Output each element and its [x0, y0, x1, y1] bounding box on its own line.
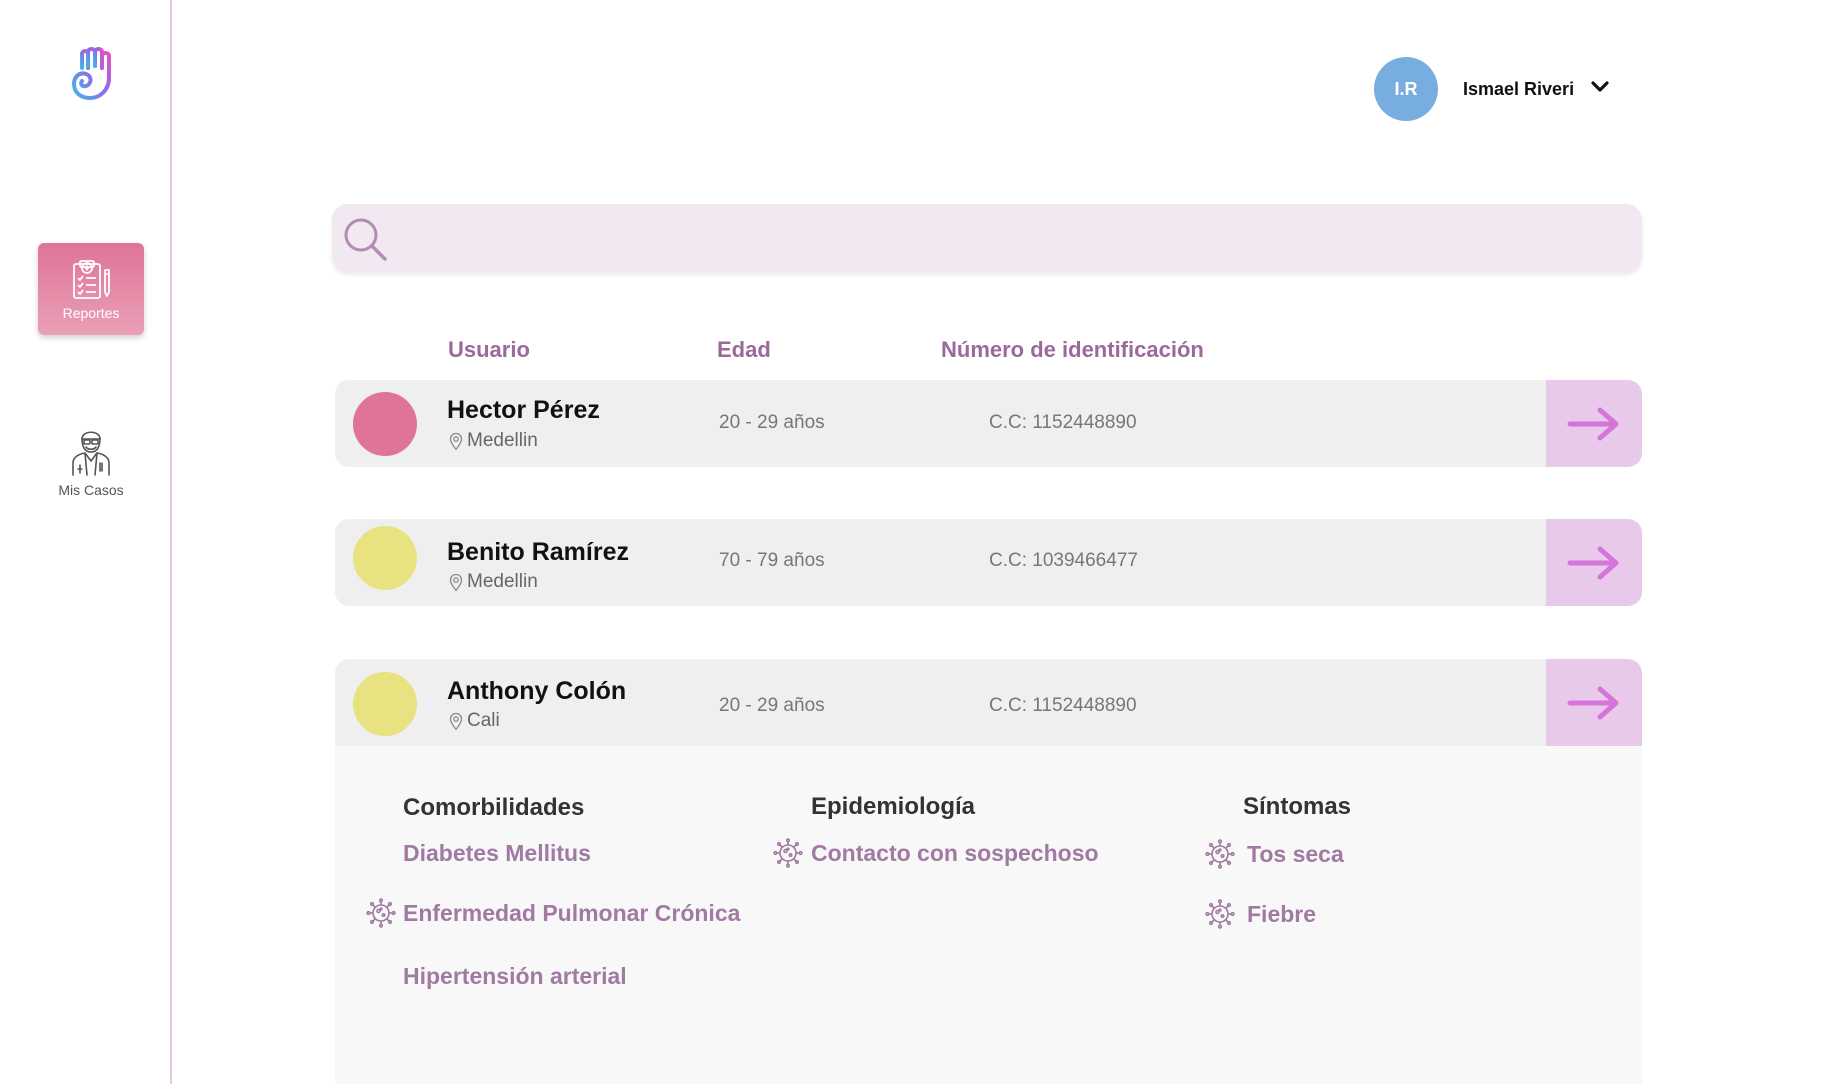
- open-case-button[interactable]: [1546, 659, 1642, 746]
- arrow-right-icon: [1566, 545, 1622, 581]
- comorbidities-title: Comorbilidades: [403, 794, 585, 821]
- status-indicator: [353, 392, 417, 456]
- arrow-right-icon: [1566, 685, 1622, 721]
- patient-id: C.C: 1039466477: [989, 550, 1138, 571]
- patient-age: 70 - 79 años: [719, 550, 825, 571]
- patient-name: Hector Pérez: [447, 396, 600, 424]
- table-row[interactable]: Hector Pérez Medellin 20 - 29 años C.C: …: [335, 380, 1642, 467]
- hand-logo-icon[interactable]: [68, 46, 126, 102]
- patient-location: Cali: [449, 710, 500, 732]
- sidebar: Reportes Mis Casos: [0, 0, 172, 1084]
- location-label: Medellin: [467, 430, 538, 451]
- symptom-item: Tos seca: [1247, 841, 1344, 867]
- patient-name: Anthony Colón: [447, 677, 627, 705]
- location-label: Medellin: [467, 571, 538, 592]
- nav-item-reportes[interactable]: Reportes: [38, 243, 144, 335]
- comorbidity-item: Diabetes Mellitus: [403, 840, 591, 866]
- chevron-down-icon[interactable]: [1590, 80, 1610, 99]
- search-icon[interactable]: [342, 216, 390, 269]
- column-header-identificacion: Número de identificación: [941, 337, 1204, 362]
- clipboard-report-icon: [68, 258, 114, 300]
- patient-age: 20 - 29 años: [719, 412, 825, 433]
- nav-item-mis-casos[interactable]: Mis Casos: [38, 415, 144, 507]
- epidemiology-title: Epidemiología: [811, 793, 976, 820]
- doctor-icon: [69, 425, 113, 477]
- search-input[interactable]: [394, 204, 1628, 274]
- patient-name: Benito Ramírez: [447, 538, 629, 566]
- patient-age: 20 - 29 años: [719, 695, 825, 716]
- column-header-usuario: Usuario: [448, 337, 530, 362]
- column-header-edad: Edad: [717, 337, 771, 362]
- symptom-item: Fiebre: [1247, 901, 1317, 927]
- symptoms-title: Síntomas: [1243, 793, 1352, 820]
- table-row[interactable]: Benito Ramírez Medellin 70 - 79 años C.C…: [335, 519, 1642, 606]
- table-row[interactable]: Anthony Colón Cali 20 - 29 años C.C: 115…: [335, 659, 1642, 746]
- patient-id: C.C: 1152448890: [989, 695, 1137, 716]
- epidemiology-item: Contacto con sospechoso: [811, 840, 1099, 866]
- avatar[interactable]: I.R: [1374, 57, 1438, 121]
- search-bar[interactable]: [332, 204, 1642, 274]
- nav-item-label: Mis Casos: [58, 481, 124, 498]
- virus-icon: [1205, 899, 1235, 929]
- virus-icon: [366, 898, 396, 928]
- map-pin-icon: [449, 712, 463, 731]
- comorbidity-item: Enfermedad Pulmonar Crónica: [403, 900, 741, 926]
- arrow-right-icon: [1566, 406, 1622, 442]
- nav-item-label: Reportes: [62, 304, 120, 321]
- patient-location: Medellin: [449, 430, 538, 452]
- location-label: Cali: [467, 710, 500, 731]
- user-menu[interactable]: I.R Ismael Riveri: [1374, 57, 1610, 121]
- map-pin-icon: [449, 573, 463, 592]
- open-case-button[interactable]: [1546, 380, 1642, 467]
- status-indicator: [353, 672, 417, 736]
- patient-location: Medellin: [449, 571, 538, 593]
- open-case-button[interactable]: [1546, 519, 1642, 606]
- status-indicator: [353, 526, 417, 590]
- map-pin-icon: [449, 432, 463, 451]
- comorbidity-item: Hipertensión arterial: [403, 963, 627, 989]
- patient-id: C.C: 1152448890: [989, 412, 1137, 433]
- case-details-panel: Comorbilidades Diabetes Mellitus Enferme…: [335, 746, 1642, 1084]
- virus-icon: [773, 838, 803, 868]
- user-name[interactable]: Ismael Riveri: [1463, 79, 1574, 100]
- virus-icon: [1205, 839, 1235, 869]
